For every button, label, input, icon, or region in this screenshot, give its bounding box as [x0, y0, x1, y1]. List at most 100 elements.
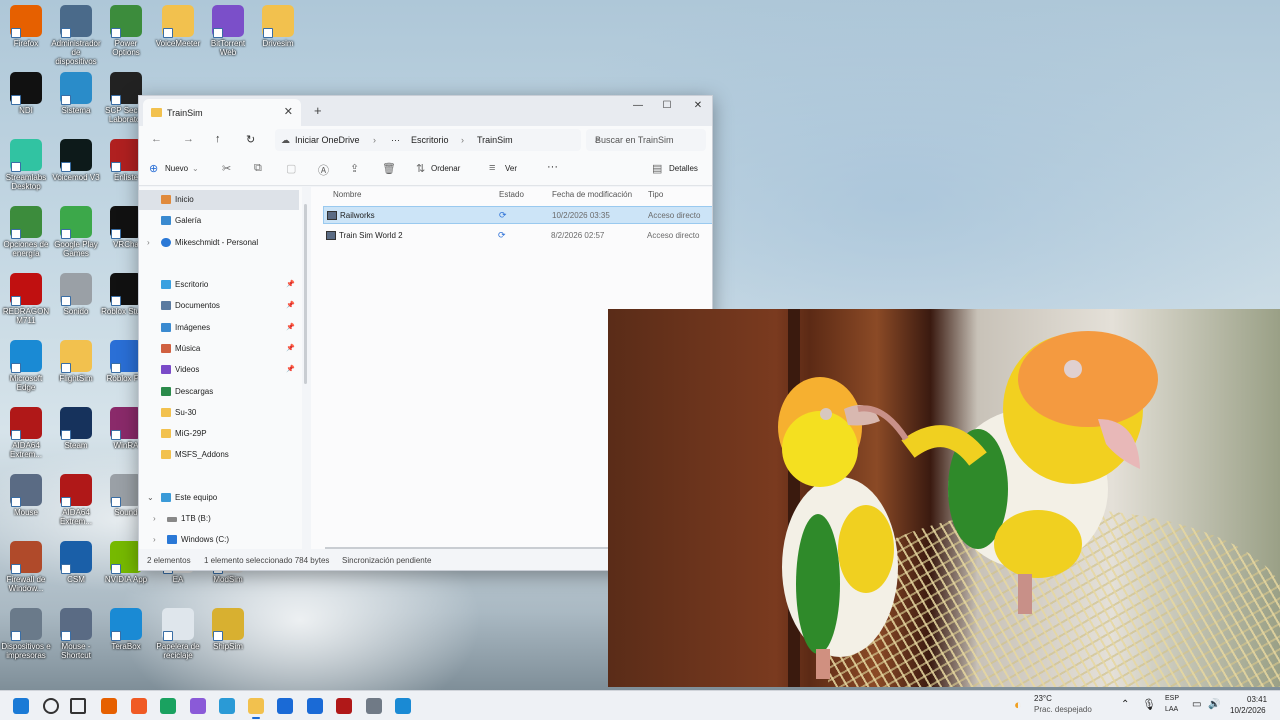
start-icon[interactable] — [13, 698, 29, 714]
column-header-status[interactable]: Estado — [499, 190, 524, 199]
details-button[interactable]: Detalles — [669, 164, 698, 173]
nav-quick-item[interactable]: MiG-29P — [139, 424, 299, 444]
more-button[interactable]: ··· — [547, 161, 558, 173]
table-row[interactable]: Railworks 10/2/2026 03:35 Acceso directo ⟳ — [323, 206, 712, 224]
search-box[interactable]: Buscar en TrainSim ⌕ — [586, 129, 706, 151]
nav-this-pc[interactable]: ⌄ Este equipo — [139, 488, 299, 508]
new-tab-button[interactable]: + — [314, 103, 322, 118]
desktop-icon[interactable]: Sonido — [50, 273, 102, 316]
desktop-icon[interactable]: FlightSim — [50, 340, 102, 383]
nav-onedrive[interactable]: › Mikeschmidt - Personal — [139, 233, 299, 253]
maximize-button[interactable]: ☐ — [652, 100, 682, 111]
horizontal-scrollbar[interactable] — [325, 547, 615, 549]
firefox-icon[interactable] — [101, 698, 117, 714]
desktop-icon[interactable]: VoiceMeeter — [152, 5, 204, 48]
terabox-icon[interactable] — [395, 698, 411, 714]
store-icon[interactable] — [277, 698, 293, 714]
copy-icon[interactable]: ⧉ — [254, 162, 262, 175]
pin-icon[interactable]: 📌 — [286, 344, 295, 352]
pin-icon[interactable]: 📌 — [286, 280, 295, 288]
copilot-icon[interactable] — [190, 698, 206, 714]
desktop-icon[interactable]: Firefox — [0, 5, 52, 48]
weather-icon[interactable]: ◐ — [1014, 697, 1022, 712]
desktop-icon[interactable]: AIDA64 Extrem... — [50, 474, 102, 526]
desktop-icon[interactable]: Power Options — [100, 5, 152, 57]
nav-quick-item[interactable]: Imágenes 📌 — [139, 318, 299, 338]
column-header-date[interactable]: Fecha de modificación — [552, 190, 632, 199]
desktop-icon[interactable]: Microsoft Edge — [0, 340, 52, 392]
breadcrumb-item[interactable]: Escritorio — [411, 135, 449, 145]
desktop-icon[interactable]: Voicemod V3 — [50, 139, 102, 182]
snipping-icon[interactable] — [219, 698, 235, 714]
nav-gallery[interactable]: Galería — [139, 211, 299, 231]
chevron-up-icon[interactable]: ⌃ — [1121, 699, 1129, 710]
lang-top[interactable]: ESP — [1165, 695, 1179, 702]
desktop-icon[interactable]: Streamlabs Desktop — [0, 139, 52, 191]
nav-drive-c[interactable]: › Windows (C:) — [139, 530, 299, 550]
file-explorer-icon[interactable] — [248, 698, 264, 714]
search-icon[interactable] — [43, 698, 59, 714]
forward-icon[interactable]: → — [183, 133, 194, 145]
up-icon[interactable]: ↑ — [215, 133, 221, 145]
chrome-icon[interactable] — [160, 698, 176, 714]
desktop-icon[interactable]: Dispositivos e impresoras — [0, 608, 52, 660]
column-header-name[interactable]: Nombre — [333, 190, 361, 199]
brave-icon[interactable] — [131, 698, 147, 714]
desktop-icon[interactable]: Administrador de dispositivos — [50, 5, 102, 66]
close-button[interactable]: ✕ — [683, 100, 712, 111]
paste-icon[interactable]: ▢ — [286, 162, 296, 175]
weather-desc[interactable]: Prac. despejado — [1034, 705, 1092, 714]
desktop-icon[interactable]: Mouse — [0, 474, 52, 517]
table-row[interactable]: Train Sim World 2 8/2/2026 02:57 Acceso di… — [323, 227, 712, 245]
share-icon[interactable]: ⇪ — [350, 162, 359, 175]
breadcrumb-item[interactable]: TrainSim — [477, 135, 513, 145]
new-button[interactable]: Nuevo — [165, 164, 188, 173]
settings-icon[interactable] — [366, 698, 382, 714]
nav-quick-item[interactable]: Música 📌 — [139, 339, 299, 359]
desktop-icon[interactable]: AIDA64 Extrem... — [0, 407, 52, 459]
refresh-icon[interactable]: ↻ — [246, 133, 255, 146]
desktop-icon[interactable]: TeraBox — [100, 608, 152, 651]
outlook-icon[interactable] — [307, 698, 323, 714]
pin-icon[interactable]: 📌 — [286, 365, 295, 373]
nav-drive-b[interactable]: › 1TB (B:) — [139, 509, 299, 529]
pin-icon[interactable]: 📌 — [286, 323, 295, 331]
desktop-icon[interactable]: Sistema — [50, 72, 102, 115]
clock-date[interactable]: 10/2/2026 — [1230, 706, 1266, 715]
tab-close-icon[interactable]: ✕ — [284, 105, 293, 118]
desktop-icon[interactable]: CSM — [50, 541, 102, 584]
column-header-type[interactable]: Tipo — [648, 190, 663, 199]
desktop-icon[interactable]: Opciones de energía — [0, 206, 52, 258]
desktop-icon[interactable]: REDRAGON M711 — [0, 273, 52, 325]
sort-button[interactable]: Ordenar — [431, 164, 460, 173]
desktop-icon[interactable]: Steam — [50, 407, 102, 450]
desktop-icon[interactable]: Drivesim — [252, 5, 304, 48]
nav-quick-item[interactable]: Escritorio 📌 — [139, 275, 299, 295]
desktop-icon[interactable]: Google Play Games — [50, 206, 102, 258]
clock-time[interactable]: 03:41 — [1247, 695, 1267, 704]
aida64-icon[interactable] — [336, 698, 352, 714]
desktop-icon[interactable]: NDI — [0, 72, 52, 115]
chevron-down-icon[interactable]: ⌄ — [147, 493, 154, 502]
desktop-icon[interactable]: Papelera de reciclaje — [152, 608, 204, 660]
back-icon[interactable]: ← — [151, 133, 162, 145]
rename-icon[interactable]: Ⓐ — [318, 162, 329, 178]
task-view-icon[interactable] — [70, 698, 86, 714]
microphone-icon[interactable]: 🎙 — [1142, 698, 1156, 711]
volume-icon[interactable]: 🔊 — [1208, 699, 1220, 710]
delete-icon[interactable]: 🗑 — [382, 162, 396, 175]
nav-quick-item[interactable]: Descargas — [139, 382, 299, 402]
chevron-right-icon[interactable]: › — [147, 238, 150, 247]
chevron-right-icon[interactable]: › — [153, 535, 156, 544]
desktop-icon[interactable]: ShipSim — [202, 608, 254, 651]
breadcrumb-item[interactable]: Iniciar OneDrive — [295, 135, 360, 145]
nav-scrollbar[interactable] — [304, 204, 307, 384]
chevron-right-icon[interactable]: › — [153, 514, 156, 523]
tab-trainsim[interactable]: TrainSim ✕ — [143, 99, 301, 126]
cut-icon[interactable]: ✂ — [222, 162, 231, 175]
breadcrumb[interactable]: ☁ Iniciar OneDrive › ··· Escritorio › Tr… — [275, 129, 581, 151]
desktop-icon[interactable]: BitTorrent Web — [202, 5, 254, 57]
desktop-icon[interactable]: Firewall de Window... — [0, 541, 52, 593]
lang-bottom[interactable]: LAA — [1165, 706, 1178, 713]
nav-quick-item[interactable]: Su-30 — [139, 403, 299, 423]
